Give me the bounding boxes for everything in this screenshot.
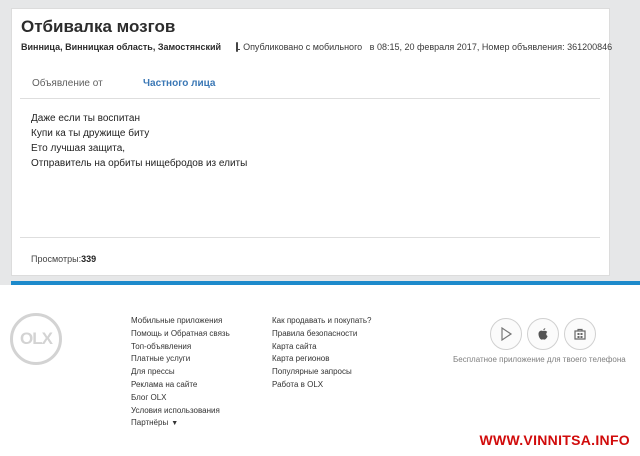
footer-links-column-1: Мобильные приложения Помощь и Обратная с… — [131, 315, 230, 431]
divider — [20, 237, 600, 238]
views-label: Просмотры: — [31, 254, 82, 264]
footer-link-jobs[interactable]: Работа в OLX — [272, 379, 371, 392]
footer-link-mobile-apps[interactable]: Мобильные приложения — [131, 315, 230, 328]
ad-header: Отбивалка мозгов Винница, Винницкая обла… — [12, 9, 612, 63]
footer-link-partners-label: Партнёры — [131, 418, 169, 428]
watermark: WWW.VINNITSA.INFO — [479, 432, 630, 448]
olx-logo[interactable]: OLX — [10, 313, 62, 365]
ad-body: Объявление от Частного лица Даже если ты… — [20, 68, 600, 269]
ad-meta: Винница, Винницкая область, Замостянский… — [21, 41, 612, 53]
footer-link-paid-services[interactable]: Платные услуги — [131, 353, 230, 366]
footer-link-terms[interactable]: Условия использования — [131, 405, 230, 418]
views-counter: Просмотры:339 — [31, 254, 96, 264]
footer: OLX Мобильные приложения Помощь и Обратн… — [0, 285, 640, 456]
divider — [20, 98, 600, 99]
footer-link-advertising[interactable]: Реклама на сайте — [131, 379, 230, 392]
ad-published-info: Опубликовано с мобильного в 08:15, 20 фе… — [243, 42, 613, 52]
windows-store-icon[interactable] — [564, 318, 596, 350]
footer-link-blog[interactable]: Блог OLX — [131, 392, 230, 405]
ad-description-line: Отправитель на орбиты нищебродов из елит… — [31, 158, 248, 169]
footer-link-safety-rules[interactable]: Правила безопасности — [272, 328, 371, 341]
footer-link-sitemap[interactable]: Карта сайта — [272, 341, 371, 354]
footer-link-how-to-sell[interactable]: Как продавать и покупать? — [272, 315, 371, 328]
seller-type-link[interactable]: Частного лица — [143, 78, 215, 89]
apple-icon[interactable] — [527, 318, 559, 350]
google-play-icon[interactable] — [490, 318, 522, 350]
views-count: 339 — [81, 254, 97, 264]
ad-location[interactable]: Винница, Винницкая область, Замостянский — [21, 42, 221, 52]
footer-link-popular-queries[interactable]: Популярные запросы — [272, 366, 371, 379]
footer-link-regions-map[interactable]: Карта регионов — [272, 353, 371, 366]
seller-row: Объявление от Частного лица — [32, 78, 215, 89]
seller-label: Объявление от — [32, 78, 103, 89]
app-store-icons — [490, 318, 601, 350]
ad-description-line: Даже если ты воспитан — [31, 113, 140, 124]
caret-down-icon: ▼ — [171, 420, 179, 428]
footer-link-press[interactable]: Для прессы — [131, 366, 230, 379]
footer-links-column-2: Как продавать и покупать? Правила безопа… — [272, 315, 371, 392]
footer-link-top-ads[interactable]: Топ-объявления — [131, 341, 230, 354]
ad-description: Даже если ты воспитан Купи ка ты дружище… — [31, 111, 247, 171]
ad-description-line: Ето лучшая защита, — [31, 143, 126, 154]
ad-description-line: Купи ка ты дружище биту — [31, 128, 150, 139]
ad-card: Отбивалка мозгов Винница, Винницкая обла… — [11, 8, 612, 276]
app-caption: Бесплатное приложение для твоего телефон… — [453, 355, 626, 364]
ad-title: Отбивалка мозгов — [21, 17, 176, 36]
mobile-phone-icon — [236, 42, 241, 52]
footer-link-help[interactable]: Помощь и Обратная связь — [131, 328, 230, 341]
footer-link-partners[interactable]: Партнёры ▼ — [131, 417, 230, 431]
